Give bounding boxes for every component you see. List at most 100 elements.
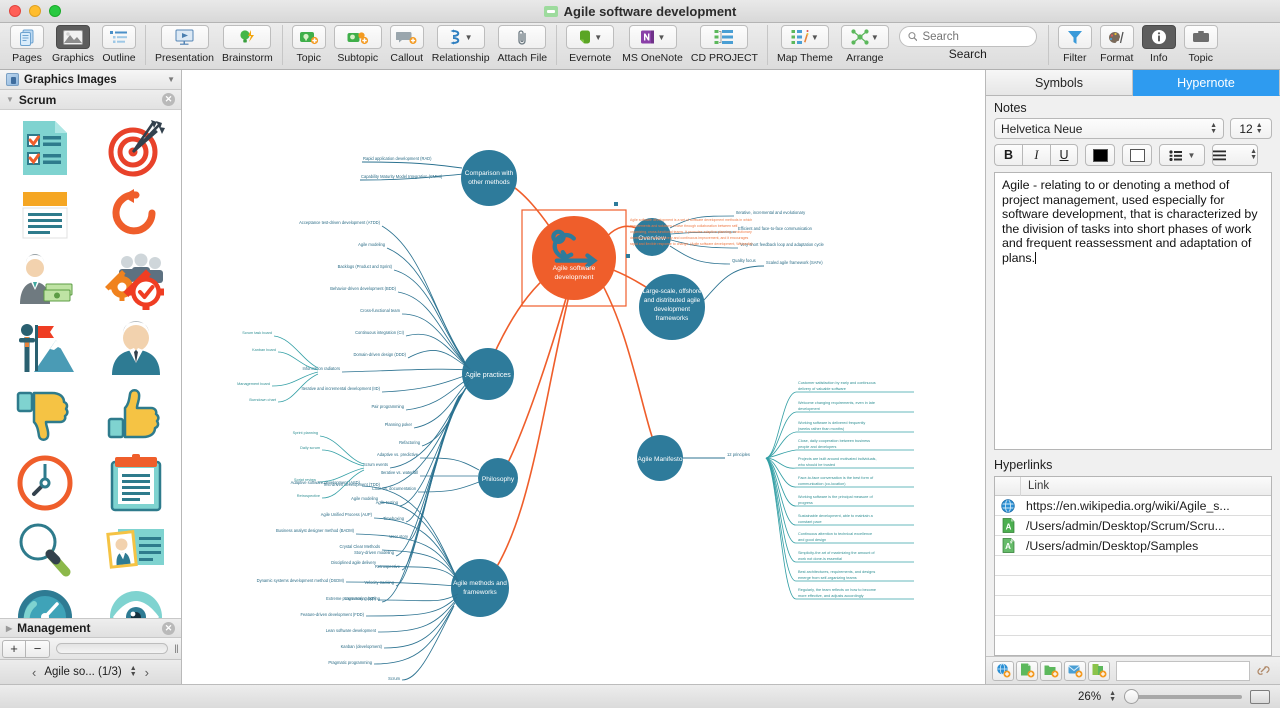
hyperlinks-table: Link https://en.wikipedia.org/wiki/Agile… <box>994 476 1272 656</box>
italic-button[interactable]: I <box>1022 144 1050 166</box>
disclosure-triangle-icon[interactable]: ▶ <box>6 624 12 633</box>
toolbar-button-subtopic[interactable]: Subtopic <box>330 25 386 64</box>
table-row[interactable]: A /Users/admin/Desktop/Samples <box>995 536 1271 556</box>
center-node[interactable]: Agile software development <box>522 202 630 306</box>
search-input[interactable] <box>922 31 1027 43</box>
branch-comparison[interactable]: Comparison with other methods Rapid appl… <box>360 150 517 206</box>
library-header[interactable]: Graphics Images ▼ <box>0 70 181 90</box>
toolbar-button-filter[interactable]: Filter <box>1054 25 1096 64</box>
chevron-down-icon[interactable]: ▼ <box>811 33 819 42</box>
graphic-magnifier[interactable] <box>0 516 91 583</box>
toolbar-button-attach-file[interactable]: Attach File <box>494 25 552 64</box>
pager-stepper[interactable]: ▲▼ <box>130 666 137 678</box>
toolbar-button-arrange[interactable]: ▼ Arrange <box>837 25 893 64</box>
stepper-icon[interactable]: ▲▼ <box>1210 123 1217 135</box>
graphic-id-card[interactable] <box>91 516 182 583</box>
search-box[interactable] <box>899 26 1037 47</box>
toolbar-button-topic-panel[interactable]: Topic <box>1180 25 1222 64</box>
toolbar-button-presentation[interactable]: Presentation <box>151 25 218 64</box>
graphic-person-flag-mountain[interactable] <box>0 315 91 382</box>
toolbar-button-outline[interactable]: Outline <box>98 25 140 64</box>
pager-prev-button[interactable]: ‹ <box>32 665 36 680</box>
table-row-empty[interactable] <box>995 636 1271 656</box>
library-section-scrum[interactable]: ▼ Scrum ✕ <box>0 90 181 110</box>
zoom-in-button[interactable]: + <box>2 640 26 658</box>
toolbar-button-onenote[interactable]: ▼ MS OneNote <box>618 25 687 64</box>
chevron-down-icon[interactable]: ▼ <box>871 33 879 42</box>
graphic-gauge[interactable] <box>0 583 91 618</box>
link-input-field[interactable] <box>1116 661 1250 681</box>
add-mail-icon[interactable] <box>1064 661 1086 681</box>
zoom-slider[interactable] <box>1124 695 1242 699</box>
table-row-empty[interactable] <box>995 616 1271 636</box>
chevron-down-icon[interactable]: ▼ <box>594 33 602 42</box>
graphic-eye[interactable] <box>91 583 182 618</box>
toolbar-button-evernote[interactable]: ▼ Evernote <box>562 25 618 64</box>
graphic-businessman-avatar[interactable] <box>91 315 182 382</box>
chevron-down-icon[interactable]: ▼ <box>1188 151 1196 160</box>
graphic-checklist-document[interactable] <box>0 114 91 181</box>
node-label-ls-1: Large-scale, offshore <box>642 288 702 295</box>
mindmap-canvas[interactable]: Comparison with other methods Rapid appl… <box>182 70 985 684</box>
zoom-out-button[interactable]: − <box>26 640 50 658</box>
graphic-thumbs-up[interactable] <box>91 382 182 449</box>
graphic-orange-document[interactable] <box>0 181 91 248</box>
chain-icon[interactable] <box>1252 661 1274 681</box>
stepper-icon[interactable]: ▲▼ <box>1256 123 1263 135</box>
graphic-clipboard[interactable] <box>91 449 182 516</box>
toolbar-button-graphics[interactable]: Graphics <box>48 25 98 64</box>
chevron-down-icon[interactable]: ▼ <box>465 33 473 42</box>
library-section-management[interactable]: ▶ Management ✕ <box>0 618 181 638</box>
toolbar-button-topic[interactable]: Topic <box>288 25 330 64</box>
fill-color-button[interactable] <box>1122 144 1152 166</box>
toolbar-button-format[interactable]: Format <box>1096 25 1138 64</box>
toolbar-button-relationship[interactable]: ▼ Relationship <box>428 25 494 64</box>
table-row[interactable]: A /Users/admin/Desktop/Scrum/Scru... <box>995 516 1271 536</box>
branch-agile-manifesto[interactable]: Agile Manifesto 12 principles <box>637 381 914 599</box>
add-app-icon[interactable] <box>1088 661 1110 681</box>
graphic-orange-refresh-arrow[interactable] <box>91 181 182 248</box>
branch-philosophy[interactable]: Philosophy Adaptive vs. predictive Itera… <box>372 452 518 498</box>
library-size-slider[interactable] <box>56 643 168 654</box>
align-button[interactable]: ▲▼ <box>1212 144 1258 166</box>
toolbar-button-map-theme[interactable]: ▼ Map Theme <box>773 25 837 64</box>
fit-to-window-icon[interactable] <box>1250 690 1270 704</box>
font-family-select[interactable]: Helvetica Neue ▲▼ <box>994 118 1224 139</box>
add-file-icon[interactable] <box>1016 661 1038 681</box>
toolbar-button-cd-project[interactable]: CD PROJECT <box>687 25 762 64</box>
table-row-empty[interactable] <box>995 556 1271 576</box>
zoom-stepper[interactable]: ▲▼ <box>1109 691 1116 703</box>
tab-hypernote[interactable]: Hypernote <box>1133 70 1280 96</box>
branch-large-scale[interactable]: Large-scale, offshore and distributed ag… <box>639 260 823 340</box>
pager-next-button[interactable]: › <box>145 665 149 680</box>
list-style-button[interactable]: ▼ <box>1159 144 1205 166</box>
toolbar-button-info[interactable]: Info <box>1138 25 1180 64</box>
table-row[interactable]: https://en.wikipedia.org/wiki/Agile_s... <box>995 496 1271 516</box>
graphic-team-gear-check[interactable] <box>91 248 182 315</box>
graphic-thumbs-down[interactable] <box>0 382 91 449</box>
toolbar-button-brainstorm[interactable]: Brainstorm <box>218 25 277 64</box>
add-url-icon[interactable] <box>992 661 1014 681</box>
close-icon[interactable]: ✕ <box>162 93 175 106</box>
toolbar-button-callout[interactable]: Callout <box>386 25 428 64</box>
font-size-select[interactable]: 12 ▲▼ <box>1230 118 1272 139</box>
text-color-button[interactable] <box>1085 144 1115 166</box>
zoom-slider-knob[interactable] <box>1124 689 1139 704</box>
graphic-clock[interactable] <box>0 449 91 516</box>
chevron-down-icon[interactable]: ▼ <box>658 33 666 42</box>
close-icon[interactable]: ✕ <box>162 622 175 635</box>
graphic-businessman-money[interactable] <box>0 248 91 315</box>
table-row-empty[interactable] <box>995 576 1271 596</box>
disclosure-triangle-icon[interactable]: ▼ <box>6 95 14 104</box>
stepper-icon[interactable]: ▲▼ <box>1250 149 1257 161</box>
add-folder-icon[interactable] <box>1040 661 1062 681</box>
tab-symbols[interactable]: Symbols <box>986 70 1133 96</box>
bold-button[interactable]: B <box>994 144 1022 166</box>
notes-textarea[interactable]: Agile - relating to or denoting a method… <box>994 172 1272 450</box>
underline-button[interactable]: U <box>1050 144 1078 166</box>
chevron-down-icon[interactable]: ▼ <box>167 75 175 84</box>
table-row-empty[interactable] <box>995 596 1271 616</box>
graphic-target-arrows[interactable] <box>91 114 182 181</box>
toolbar-button-pages[interactable]: Pages <box>6 25 48 64</box>
resize-grip-icon[interactable]: ‖ <box>174 642 179 656</box>
